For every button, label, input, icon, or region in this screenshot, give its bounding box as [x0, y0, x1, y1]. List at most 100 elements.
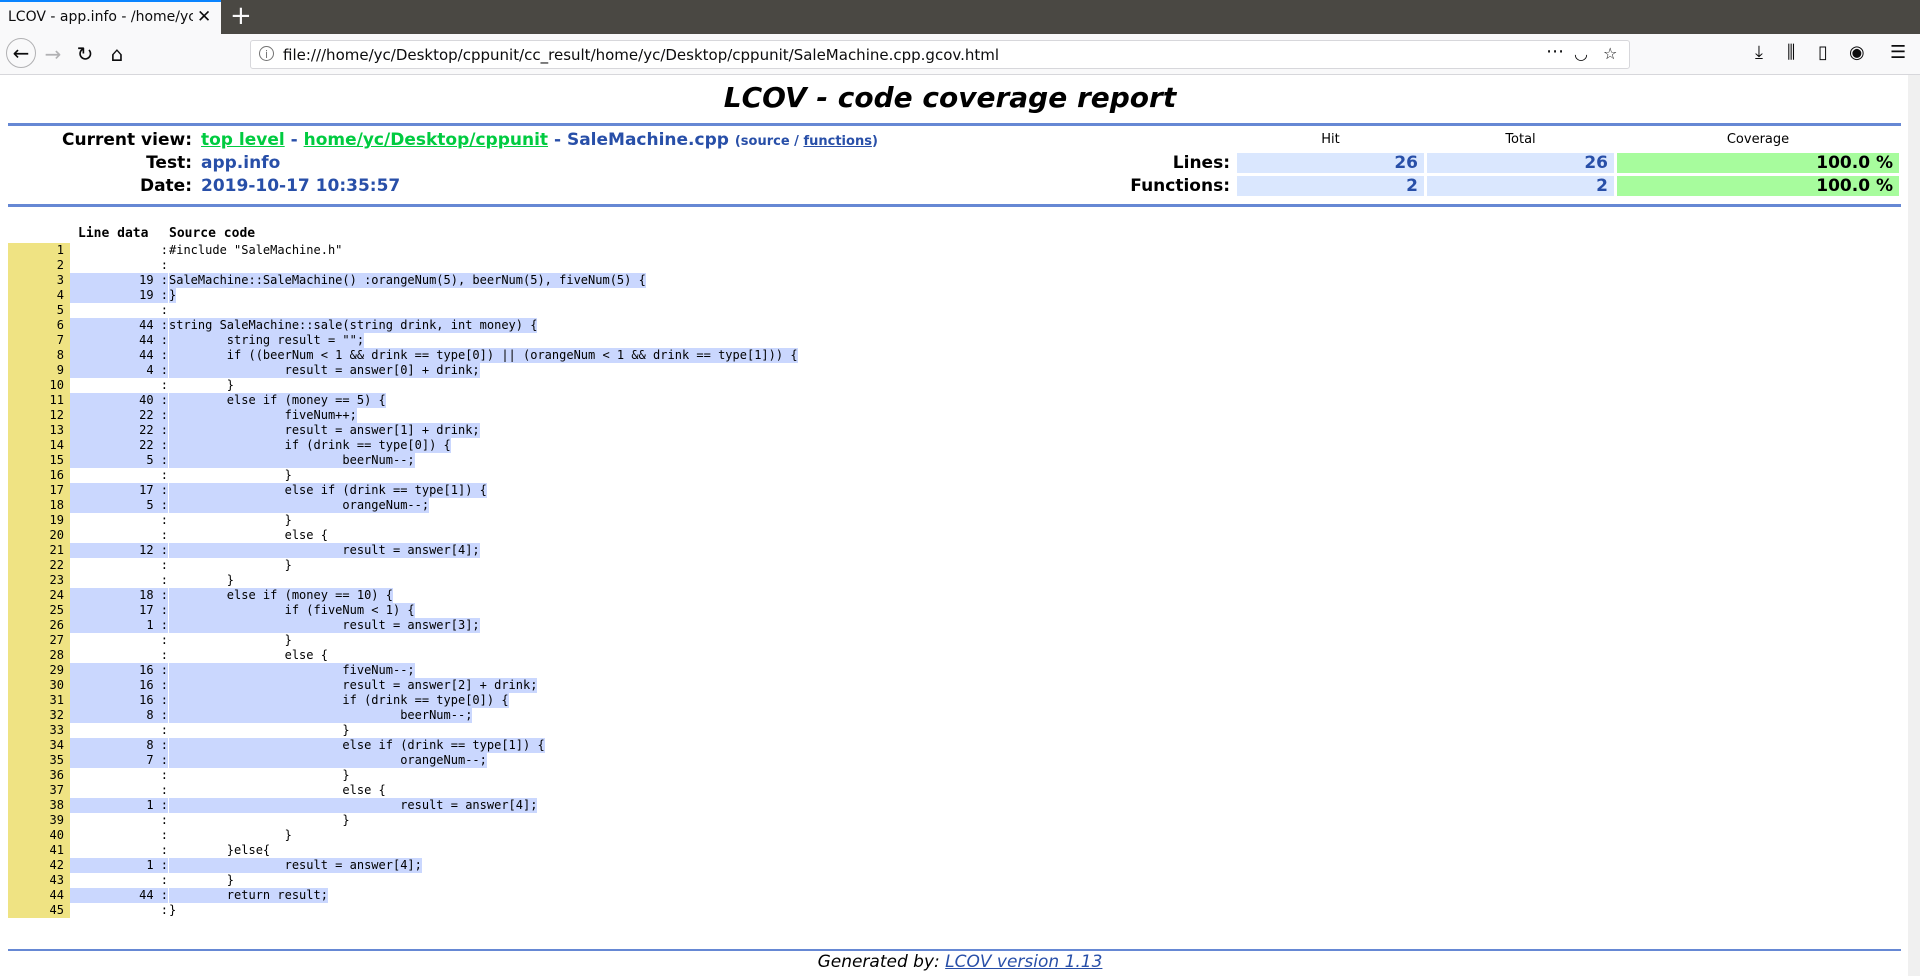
functions-coverage: 100.0 %: [1617, 176, 1899, 196]
file-name: SaleMachine.cpp: [566, 130, 729, 150]
close-tab-icon[interactable]: ✕: [197, 7, 211, 27]
sidebar-icon[interactable]: ▯: [1818, 42, 1828, 63]
line-number: 17: [8, 483, 70, 498]
hit-count: :: [153, 783, 168, 797]
lcov-version-link[interactable]: LCOV version 1.13: [945, 952, 1102, 972]
hit-count: 1 :: [70, 858, 168, 873]
info-icon[interactable]: i: [259, 46, 274, 61]
current-view-path: top level - home/yc/Desktop/cppunit - Sa…: [201, 130, 878, 150]
hit-count: :: [153, 303, 168, 317]
hit-count: 5 :: [70, 453, 168, 468]
line-number: 44: [8, 888, 70, 903]
hit-count: 40 :: [70, 393, 168, 408]
hit-count: 44 :: [70, 318, 168, 333]
code-line: }: [169, 468, 292, 482]
code-line: result = answer[0] + drink;: [169, 363, 480, 378]
hit-count: :: [153, 378, 168, 392]
paren-close: ): [871, 134, 878, 149]
url-bar[interactable]: i file:///home/yc/Desktop/cppunit/cc_res…: [250, 40, 1630, 69]
account-icon[interactable]: ◉: [1849, 42, 1865, 63]
line-number: 45: [8, 903, 70, 918]
url-text[interactable]: file:///home/yc/Desktop/cppunit/cc_resul…: [283, 46, 999, 64]
code-line: if (drink == type[0]) {: [169, 438, 451, 453]
code-line: fiveNum--;: [169, 663, 415, 678]
hit-count: :: [153, 768, 168, 782]
tab-strip: LCOV - app.info - /home/yc/ ✕ +: [0, 0, 1920, 34]
menu-icon[interactable]: ☰: [1890, 42, 1906, 63]
source-code-header: Source code: [169, 226, 256, 241]
code-line: }: [169, 903, 177, 917]
tab-active[interactable]: LCOV - app.info - /home/yc/ ✕: [0, 0, 221, 34]
code-line: orangeNum--;: [169, 498, 430, 513]
reload-icon[interactable]: ↻: [72, 41, 98, 67]
total-header: Total: [1505, 132, 1536, 147]
hit-count: :: [153, 513, 168, 527]
line-number: 15: [8, 453, 70, 468]
footer: Generated by: LCOV version 1.13: [0, 952, 1920, 972]
line-number: 1: [8, 243, 70, 258]
lines-hit: 26: [1237, 153, 1424, 173]
hit-count: 5 :: [70, 498, 168, 513]
code-line: else {: [169, 528, 328, 542]
hit-count: :: [153, 828, 168, 842]
hit-count: 4 :: [70, 363, 168, 378]
back-icon[interactable]: ←: [6, 38, 36, 68]
hit-count: 7 :: [70, 753, 168, 768]
library-icon[interactable]: ⫼: [1787, 42, 1795, 63]
page-scrollbar[interactable]: [1908, 75, 1920, 976]
line-number: 35: [8, 753, 70, 768]
hit-header: Hit: [1321, 132, 1340, 147]
line-number: 10: [8, 378, 70, 393]
line-number: 40: [8, 828, 70, 843]
page-title: LCOV - code coverage report: [723, 81, 1177, 114]
star-icon[interactable]: ☆: [1603, 44, 1617, 63]
code-line: SaleMachine::SaleMachine() :orangeNum(5)…: [169, 273, 646, 288]
pocket-icon[interactable]: ◡: [1574, 44, 1588, 63]
line-data-header: Line data: [78, 226, 149, 241]
hit-count: 44 :: [70, 333, 168, 348]
hit-count: 16 :: [70, 693, 168, 708]
line-number: 23: [8, 573, 70, 588]
hit-count: :: [153, 243, 168, 257]
code-line: result = answer[2] + drink;: [169, 678, 538, 693]
current-view-label: Current view:: [62, 130, 192, 150]
more-icon[interactable]: ⋯: [1546, 41, 1564, 62]
code-line: result = answer[4];: [169, 798, 538, 813]
directory-link[interactable]: home/yc/Desktop/cppunit: [304, 130, 548, 150]
test-label: Test:: [146, 153, 192, 173]
functions-hit: 2: [1237, 176, 1424, 196]
line-number: 42: [8, 858, 70, 873]
code-line: }: [169, 768, 350, 782]
line-number: 20: [8, 528, 70, 543]
hit-count: :: [153, 573, 168, 587]
new-tab-icon[interactable]: +: [230, 2, 252, 30]
forward-icon[interactable]: →: [40, 41, 66, 67]
code-line: beerNum--;: [169, 453, 415, 468]
code-line: }: [169, 633, 292, 647]
functions-link[interactable]: functions: [803, 134, 871, 149]
line-number: 36: [8, 768, 70, 783]
code-line: }: [169, 828, 292, 842]
code-line: }: [169, 288, 177, 303]
code-line: else {: [169, 648, 328, 662]
code-line: result = answer[4];: [169, 858, 422, 873]
line-number: 19: [8, 513, 70, 528]
code-line: result = answer[1] + drink;: [169, 423, 480, 438]
footer-ruler: [8, 949, 1901, 951]
top-level-link[interactable]: top level: [201, 130, 285, 150]
code-line: orangeNum--;: [169, 753, 487, 768]
code-line: }: [169, 378, 235, 392]
code-line: }: [169, 513, 292, 527]
code-line: if (drink == type[0]) {: [169, 693, 509, 708]
home-icon[interactable]: ⌂: [104, 41, 130, 67]
code-line: }: [169, 723, 350, 737]
line-number: 4: [8, 288, 70, 303]
line-number: 25: [8, 603, 70, 618]
footer-prefix: Generated by:: [817, 952, 946, 972]
download-icon[interactable]: ⤓: [1755, 42, 1763, 63]
lines-total: 26: [1427, 153, 1614, 173]
code-line: if ((beerNum < 1 && drink == type[0]) ||…: [169, 348, 798, 363]
hit-count: 44 :: [70, 888, 168, 903]
hit-count: :: [153, 813, 168, 827]
header-ruler-top: [8, 123, 1901, 126]
